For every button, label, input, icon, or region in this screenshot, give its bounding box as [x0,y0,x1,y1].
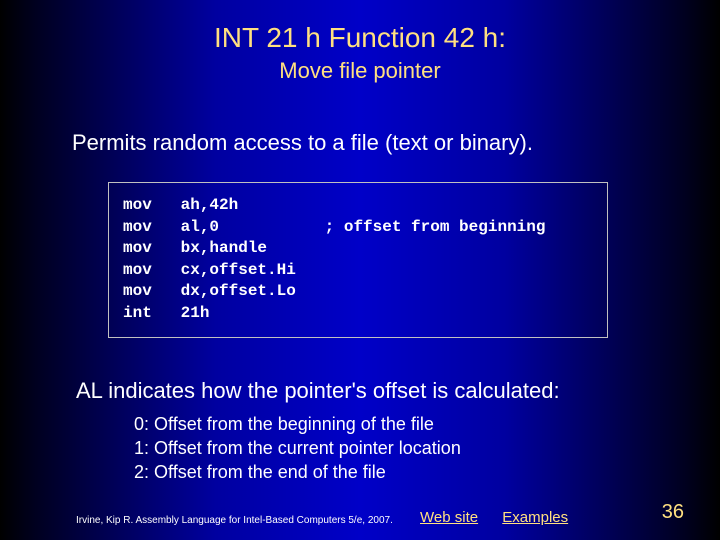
website-link[interactable]: Web site [420,509,478,526]
intro-text: Permits random access to a file (text or… [72,130,720,156]
offset-option-0: 0: Offset from the beginning of the file [134,412,720,436]
citation-text: Irvine, Kip R. Assembly Language for Int… [76,515,393,526]
code-block: mov ah,42h mov al,0 ; offset from beginn… [108,182,608,338]
page-number: 36 [662,501,684,524]
footer-links: Web site Examples [420,509,588,526]
offset-option-1: 1: Offset from the current pointer locat… [134,436,720,460]
slide-subtitle: Move file pointer [0,58,720,84]
slide-title: INT 21 h Function 42 h: [0,0,720,54]
examples-link[interactable]: Examples [502,509,568,526]
al-description: AL indicates how the pointer's offset is… [76,378,720,404]
offset-option-2: 2: Offset from the end of the file [134,460,720,484]
offset-options: 0: Offset from the beginning of the file… [134,412,720,485]
